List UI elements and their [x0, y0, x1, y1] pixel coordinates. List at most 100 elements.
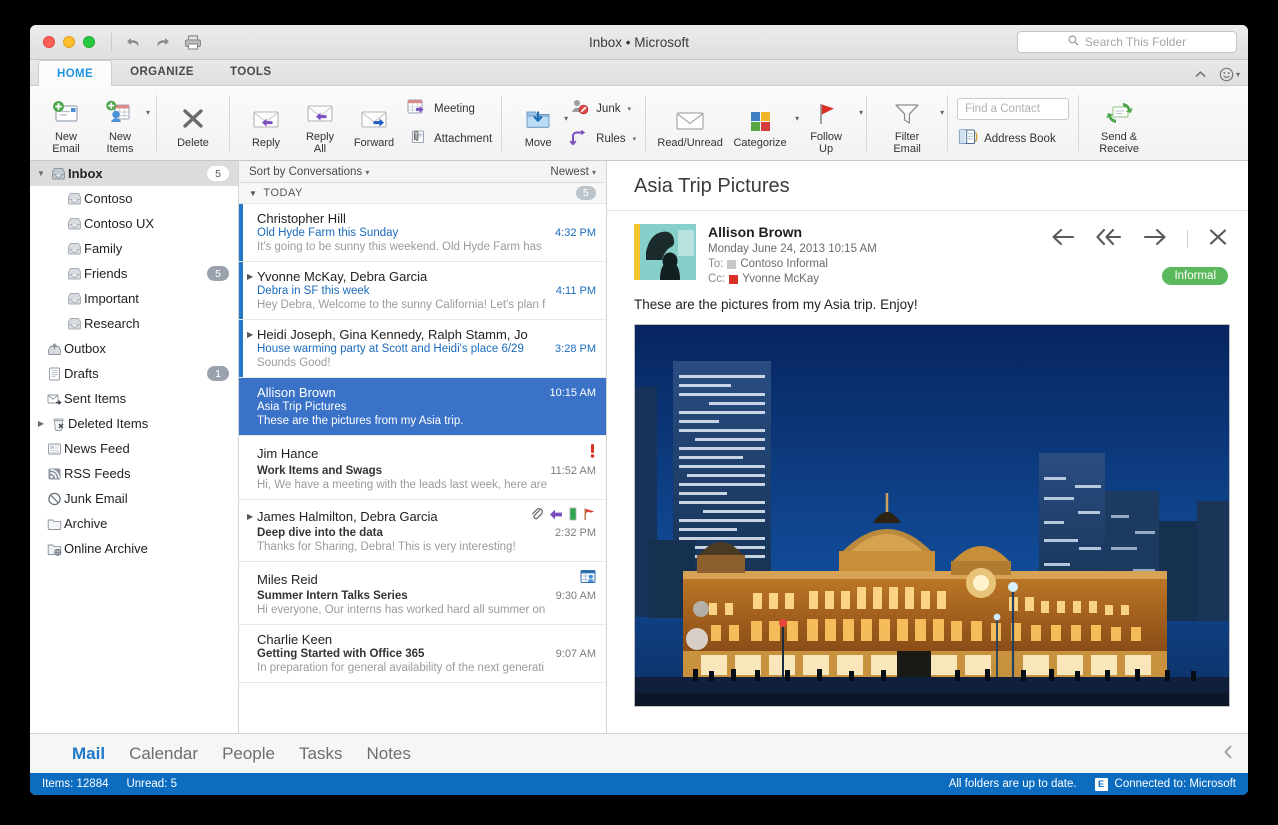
follow-up-button[interactable]: Follow Up ▾ — [795, 91, 863, 155]
message-list-item[interactable]: ▶ Heidi Joseph, Gina Kennedy, Ralph Stam… — [239, 320, 606, 378]
message-group-header-today[interactable]: ▼ TODAY 5 — [239, 183, 606, 204]
filter-dropdown-icon[interactable]: ▾ — [940, 109, 944, 117]
message-list-item[interactable]: Charlie Keen Getting Started with Office… — [239, 625, 606, 683]
conversation-expand-icon[interactable]: ▶ — [247, 330, 257, 339]
to-value[interactable]: Contoso Informal — [740, 258, 828, 270]
delete-button[interactable]: Delete — [166, 97, 220, 149]
sidebar-item-contoso-ux[interactable]: Contoso UX — [30, 211, 238, 236]
categorize-button[interactable]: Categorize ▾ — [725, 97, 799, 149]
cc-category-swatch — [729, 274, 739, 284]
sidebar-item-deleted-items[interactable]: ▶ Deleted Items — [30, 411, 238, 436]
search-icon — [1068, 35, 1079, 49]
forward-icon[interactable] — [1143, 228, 1167, 246]
address-book-button[interactable]: Address Book — [957, 128, 1069, 151]
categorize-icon — [745, 104, 775, 134]
find-contact-input[interactable]: Find a Contact — [957, 97, 1070, 120]
sidebar-item-research[interactable]: Research — [30, 311, 238, 336]
message-list-item[interactable]: Christopher Hill Old Hyde Farm this Sund… — [239, 204, 606, 262]
message-list-item[interactable]: ▶ Yvonne McKay, Debra Garcia Debra in SF… — [239, 262, 606, 320]
nav-mail[interactable]: Mail — [72, 744, 105, 764]
sidebar-item-contoso[interactable]: Contoso — [30, 186, 238, 211]
disclosure-down-icon[interactable]: ▼ — [34, 169, 48, 178]
chevron-left-icon[interactable] — [1223, 744, 1234, 764]
status-badge[interactable]: Informal — [1162, 267, 1228, 285]
conversation-expand-icon[interactable]: ▶ — [247, 512, 257, 521]
cc-value[interactable]: Yvonne McKay — [742, 273, 819, 285]
junk-button[interactable]: Junk ▾ — [569, 98, 636, 121]
attachment-button[interactable]: Attachment — [407, 128, 492, 151]
read-unread-button[interactable]: Read/Unread — [655, 97, 725, 149]
reply-all-icon[interactable] — [1095, 228, 1123, 246]
sidebar-item-online-archive[interactable]: Online Archive — [30, 536, 238, 561]
rules-button[interactable]: Rules ▾ — [569, 128, 636, 151]
message-time: 4:32 PM — [555, 227, 596, 239]
sidebar-item-sent-items[interactable]: Sent Items — [30, 386, 238, 411]
new-items-button[interactable]: New Items ▾ — [93, 91, 150, 155]
junk-dropdown-icon[interactable]: ▾ — [627, 105, 631, 113]
rules-dropdown-icon[interactable]: ▾ — [633, 135, 637, 143]
to-label: To: — [708, 258, 724, 270]
redo-icon[interactable] — [148, 31, 174, 53]
sidebar-item-outbox[interactable]: Outbox — [30, 336, 238, 361]
nav-calendar[interactable]: Calendar — [129, 744, 198, 764]
message-list-item-selected[interactable]: Allison Brown 10:15 AM Asia Trip Picture… — [239, 378, 606, 436]
nav-tasks[interactable]: Tasks — [299, 744, 342, 764]
send-receive-button[interactable]: Send & Receive — [1088, 91, 1150, 155]
follow-up-dropdown-icon[interactable]: ▾ — [859, 109, 863, 117]
inbox-icon — [64, 217, 84, 231]
sidebar-item-drafts[interactable]: Drafts 1 — [30, 361, 238, 386]
message-list-item[interactable]: Jim Hance Work Items and Swags 11:52 AM … — [239, 436, 606, 500]
sort-dropdown[interactable]: Sort by Conversations ▾ — [249, 166, 369, 178]
junk-icon — [44, 492, 64, 506]
folder-sidebar[interactable]: ▼ Inbox 5 Contoso Contoso UX Family Frie… — [30, 161, 239, 733]
sidebar-item-archive[interactable]: Archive — [30, 511, 238, 536]
group-disclosure-icon[interactable]: ▼ — [249, 189, 257, 198]
collapse-ribbon-icon[interactable] — [1194, 68, 1207, 82]
message-list-item[interactable]: Miles Reid Summer Intern Talks Series 9:… — [239, 562, 606, 625]
message-preview: Hi, We have a meeting with the leads las… — [257, 479, 547, 491]
ribbon-group-respond: Reply Reply All Forward Meeting Attachme… — [234, 86, 497, 160]
nav-people[interactable]: People — [222, 744, 275, 764]
message-list-item[interactable]: ▶ James Halmilton, Debra Garcia Deep div… — [239, 500, 606, 562]
undo-icon[interactable] — [122, 31, 148, 53]
print-icon[interactable] — [180, 31, 206, 53]
conversation-expand-icon[interactable]: ▶ — [247, 272, 257, 281]
reply-all-icon — [303, 98, 337, 128]
sidebar-item-junk-email[interactable]: Junk Email — [30, 486, 238, 511]
sidebar-item-rss-feeds[interactable]: RSS Feeds — [30, 461, 238, 486]
close-window-button[interactable] — [43, 36, 55, 48]
forward-icon — [357, 104, 391, 134]
filter-email-button[interactable]: Filter Email ▾ — [876, 91, 944, 155]
sidebar-item-family[interactable]: Family — [30, 236, 238, 261]
inbox-icon — [64, 292, 84, 306]
reply-icon[interactable] — [1051, 228, 1075, 246]
reply-all-label-2: All — [313, 143, 327, 155]
avatar[interactable] — [634, 224, 696, 285]
email-attached-image[interactable] — [634, 324, 1230, 707]
disclosure-right-icon[interactable]: ▶ — [34, 419, 48, 428]
forward-button[interactable]: Forward — [347, 97, 401, 149]
move-dropdown-icon[interactable]: ▾ — [564, 115, 568, 123]
nav-notes[interactable]: Notes — [366, 744, 410, 764]
sidebar-item-friends[interactable]: Friends 5 — [30, 261, 238, 286]
reply-button[interactable]: Reply — [239, 97, 293, 149]
sidebar-item-news-feed[interactable]: News Feed — [30, 436, 238, 461]
inbox-icon — [64, 317, 84, 331]
exchange-icon: E — [1094, 777, 1108, 791]
minimize-window-button[interactable] — [63, 36, 75, 48]
tab-home[interactable]: HOME — [38, 60, 113, 86]
reply-all-button[interactable]: Reply All — [293, 91, 347, 155]
tab-organize[interactable]: ORGANIZE — [112, 59, 212, 85]
feedback-smiley-icon[interactable]: ▾ — [1219, 67, 1240, 82]
order-dropdown[interactable]: Newest ▾ — [550, 166, 596, 178]
search-input[interactable]: Search This Folder — [1017, 31, 1237, 53]
new-email-button[interactable]: New Email — [39, 91, 93, 155]
move-button[interactable]: Move ▾ — [511, 97, 568, 149]
sidebar-item-inbox[interactable]: ▼ Inbox 5 — [30, 161, 238, 186]
new-items-dropdown-icon[interactable]: ▾ — [146, 109, 150, 117]
maximize-window-button[interactable] — [83, 36, 95, 48]
close-icon[interactable] — [1208, 228, 1228, 246]
meeting-button[interactable]: Meeting — [407, 98, 492, 121]
sidebar-item-important[interactable]: Important — [30, 286, 238, 311]
tab-tools[interactable]: TOOLS — [212, 59, 289, 85]
